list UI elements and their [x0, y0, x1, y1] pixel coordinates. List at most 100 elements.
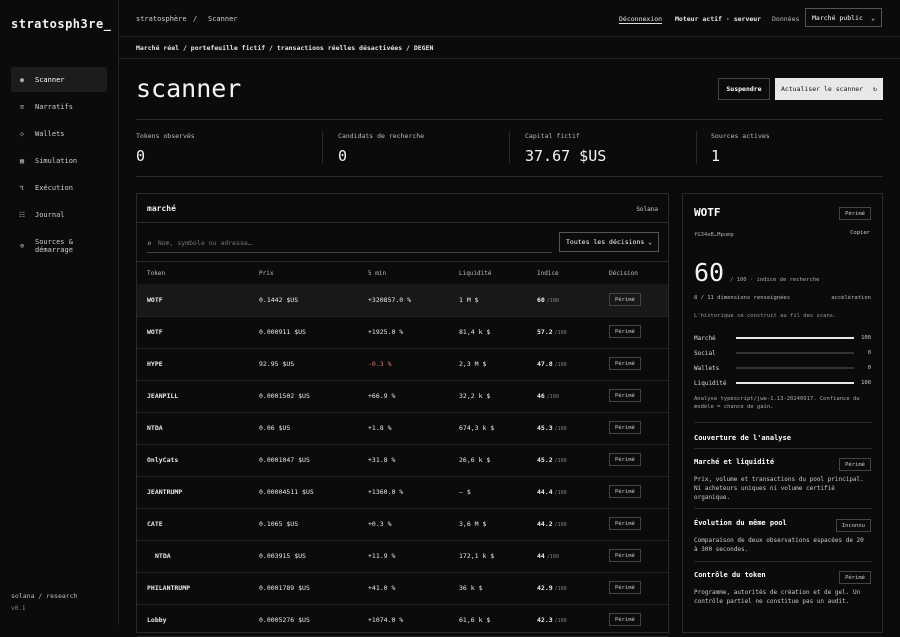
table-row[interactable]: CATE 0.1065 $US +0.3 % 3,6 M $ 44.2/100 Périm… — [137, 508, 668, 541]
sidebar-item-execution[interactable]: ↯ Exécution — [11, 175, 107, 200]
token-price: 92.95 $US — [259, 360, 295, 368]
token-index: 45.2/100 — [537, 456, 567, 464]
token-liquidity: — $ — [459, 488, 471, 496]
sidebar-item-sources[interactable]: ⊕ Sources & démarrage — [11, 233, 107, 259]
sidebar-item-wallets[interactable]: ◇ Wallets — [11, 121, 107, 146]
table-row[interactable]: NTDA 0.003915 $US +11.9 % 172,1 k $ 44/100 Pé… — [137, 540, 668, 573]
dimensions-count: 8 / 11 dimensions renseignées — [694, 295, 791, 301]
column-header-change[interactable]: 5 min — [368, 270, 386, 277]
token-index-suffix: /100 — [554, 490, 567, 496]
engine-status[interactable]: Moteur actif · serveur — [675, 15, 761, 23]
token-index-value: 47.8 — [537, 360, 553, 368]
token-change-5min: +66.9 % — [368, 392, 396, 400]
column-header-index[interactable]: Indice — [537, 270, 559, 277]
token-name: WOTF — [694, 206, 721, 219]
token-index-value: 46 — [537, 392, 545, 400]
sidebar-item-simulation[interactable]: ▦ Simulation — [11, 148, 107, 173]
section-title: Marché et liquidité — [694, 458, 775, 466]
breadcrumb-root[interactable]: stratosphère — [136, 15, 187, 23]
refresh-scanner-button[interactable]: Actualiser le scanner ↻ — [775, 78, 883, 100]
token-price: 0.1442 $US — [259, 296, 299, 304]
token-index-value: 57.2 — [537, 328, 553, 336]
token-symbol: WOTF — [147, 296, 163, 304]
token-index: 46/100 — [537, 392, 559, 400]
token-liquidity: 172,1 k $ — [459, 552, 495, 560]
token-change-5min: +1925.0 % — [368, 328, 404, 336]
table-row[interactable]: NTDA 0.06 $US +1.8 % 674,3 k $ 45.3/100 Périm… — [137, 412, 668, 445]
chevron-down-icon: ⌄ — [871, 13, 875, 22]
breadcrumb-current: Scanner — [208, 15, 238, 23]
page-title: scanner — [136, 74, 242, 103]
table-row[interactable]: JEANTRUMP 0.00004511 $US +1360.0 % — $ 44.4/… — [137, 476, 668, 509]
data-link[interactable]: Données — [772, 15, 799, 23]
token-change-5min: -0.3 % — [368, 360, 392, 368]
decision-badge: Périmé — [609, 357, 641, 370]
table-row[interactable]: OnlyCats 0.0001047 $US +31.8 % 26,6 k $ 45.2… — [137, 444, 668, 477]
copy-button[interactable]: Copier — [850, 230, 870, 236]
metric-label: Social — [694, 350, 716, 357]
sidebar-item-narratifs[interactable]: ≡ Narratifs — [11, 94, 107, 119]
token-index-value: 44.2 — [537, 520, 553, 528]
token-index-suffix: /100 — [554, 426, 567, 432]
table-row[interactable]: Lobby 0.0005276 $US +1074.0 % 61,6 k $ 42.3/… — [137, 604, 668, 637]
search-input[interactable] — [157, 239, 518, 247]
logout-link[interactable]: Déconnexion — [619, 15, 663, 24]
token-price: 0.0001789 $US — [259, 584, 310, 592]
search-box[interactable]: ⌕ — [147, 234, 552, 253]
column-header-price[interactable]: Prix — [259, 270, 273, 277]
table-row[interactable]: WOTF 0.000911 $US +1925.0 % 81,4 k $ 57.2/10… — [137, 316, 668, 349]
diamond-icon: ◇ — [19, 129, 25, 138]
status-badge: Périmé — [839, 571, 871, 584]
topbar: stratosphère / Scanner Déconnexion Moteu… — [119, 0, 900, 37]
token-index-value: 45.2 — [537, 456, 553, 464]
token-index-value: 60 — [537, 296, 545, 304]
decision-badge: Périmé — [609, 581, 641, 594]
metric-value: 0 — [867, 350, 871, 356]
divider — [509, 131, 510, 164]
sidebar-item-scanner[interactable]: ● Scanner — [11, 67, 107, 92]
research-score-caption: / 100 · indice de recherche — [730, 277, 820, 283]
token-change-5min: +1.8 % — [368, 424, 392, 432]
stat-label: Tokens observés — [136, 132, 195, 140]
token-liquidity: 1 M $ — [459, 296, 479, 304]
token-index-value: 42.3 — [537, 616, 553, 624]
token-liquidity: 674,3 k $ — [459, 424, 495, 432]
column-header-decision[interactable]: Décision — [609, 270, 638, 277]
chevron-down-icon: ⌄ — [648, 238, 652, 246]
token-index: 45.3/100 — [537, 424, 567, 432]
column-header-liquidity[interactable]: Liquidité — [459, 270, 492, 277]
sidebar-item-label: Simulation — [35, 156, 78, 165]
table-row[interactable]: JEANPILL 0.0001502 $US +66.9 % 32,2 k $ 46/1… — [137, 380, 668, 413]
bolt-icon: ↯ — [19, 183, 25, 192]
market-select[interactable]: Marché public ⌄ — [805, 8, 882, 27]
token-symbol: JEANTRUMP — [147, 488, 183, 496]
token-symbol: HYPE — [147, 360, 163, 368]
metric-label: Wallets — [694, 365, 720, 372]
token-address: fG34eB…Mpump — [694, 232, 734, 238]
token-change-5min: +0.3 % — [368, 520, 392, 528]
table-row[interactable]: HYPE 92.95 $US -0.3 % 2,3 M $ 47.8/100 Périmé — [137, 348, 668, 381]
divider — [322, 131, 323, 164]
token-index: 44/100 — [537, 552, 559, 560]
decision-filter-select[interactable]: Toutes les décisions ⌄ — [559, 232, 659, 252]
sidebar-item-label: Exécution — [35, 183, 73, 192]
token-symbol: CATE — [147, 520, 163, 528]
decision-badge: Périmé — [609, 549, 641, 562]
token-price: 0.003915 $US — [259, 552, 306, 560]
metric-value: 0 — [867, 365, 871, 371]
table-row[interactable]: PHILANTRUMP 0.0001789 $US +41.0 % 36 k $ 42.… — [137, 572, 668, 605]
column-header-token[interactable]: Token — [147, 270, 165, 277]
metric-value: 100 — [861, 335, 871, 341]
token-symbol: JEANPILL — [147, 392, 179, 400]
divider — [694, 561, 872, 562]
suspend-button[interactable]: Suspendre — [718, 78, 770, 100]
metric-bar — [736, 352, 854, 354]
metric-label: Marché — [694, 335, 716, 342]
divider — [137, 222, 668, 223]
brand-logo[interactable]: stratosph3re_ — [11, 17, 111, 31]
table-row[interactable]: WOTF 0.1442 $US +320857.0 % 1 M $ 60/100 Péri… — [137, 284, 668, 317]
sidebar-item-journal[interactable]: ☷ Journal — [11, 202, 107, 227]
token-price: 0.00004511 $US — [259, 488, 314, 496]
token-index: 42.3/100 — [537, 616, 567, 624]
decision-badge: Périmé — [609, 613, 641, 626]
